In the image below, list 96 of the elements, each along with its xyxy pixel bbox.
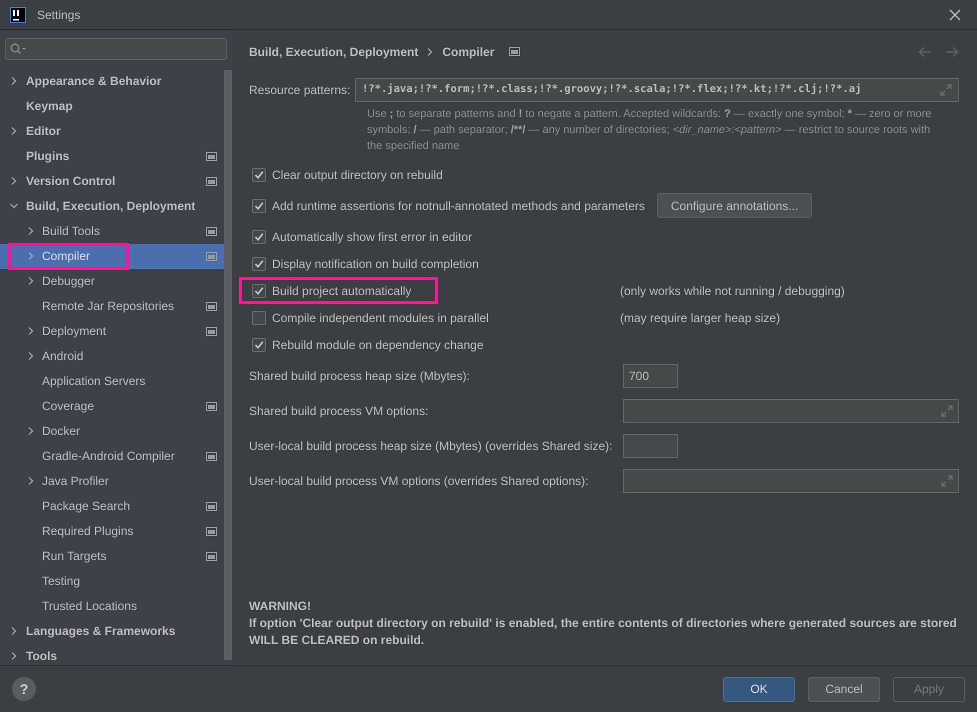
project-level-icon [206, 226, 217, 236]
close-icon[interactable] [949, 8, 961, 20]
scrollbar[interactable] [224, 70, 232, 660]
project-level-icon [206, 526, 217, 536]
input-field[interactable] [623, 434, 678, 458]
tree-item[interactable]: Remote Jar Repositories [0, 294, 224, 318]
checkmark-icon [254, 232, 264, 242]
field-label: Resource patterns: [249, 82, 352, 99]
checkbox[interactable] [252, 284, 266, 298]
note-text: (only works while not running / debugging) [620, 282, 845, 300]
tree-item[interactable]: Tools [0, 644, 224, 668]
input-field[interactable] [623, 468, 959, 492]
warning-text: If option 'Clear output directory on rebuild' is enabled, the entire contents of directories where generated sources are stored WILL BE CLEARED on rebuild. [249, 615, 958, 649]
checkbox-label[interactable]: Clear output directory on rebuild [272, 166, 443, 184]
tree-item[interactable]: Coverage [0, 394, 224, 418]
input-field[interactable]: 700 [623, 364, 678, 388]
chevron-right-icon[interactable] [10, 127, 18, 135]
help-text: Use ; to separate patterns and ! to negate a pattern. Accepted wildcards: ? — exactly one symbol; * — zero or more symbols; / — path separator; /**/ — any number of directories; <dir_name>:<pattern> — restrict to source roots with the specified name [367, 107, 932, 154]
search-field[interactable] [5, 38, 227, 60]
resource-patterns-field[interactable]: !?*.java;!?*.form;!?*.class;!?*.groovy;!?*.scala;!?*.flex;!?*.kt;!?*.clj;!?*.aj [355, 78, 959, 102]
chevron-right-icon[interactable] [27, 327, 35, 335]
tree-item[interactable]: Java Profiler [0, 468, 224, 494]
chevron-down-icon[interactable] [10, 202, 18, 210]
checkbox[interactable] [252, 198, 266, 212]
field-label: Shared build process VM options: [249, 402, 430, 420]
tree-item[interactable]: Appearance & Behavior [0, 68, 224, 94]
tree-item[interactable]: Compiler [0, 244, 224, 268]
dialog-button[interactable]: Cancel [808, 676, 880, 702]
tree-item[interactable]: Debugger [0, 268, 224, 294]
checkbox-label[interactable]: Add runtime assertions for notnull-annotated methods and parameters [272, 196, 645, 214]
checkbox[interactable] [252, 168, 266, 182]
search-icon [10, 42, 26, 55]
breadcrumb-separator-icon [427, 48, 434, 56]
checkbox-label[interactable]: Rebuild module on dependency change [272, 336, 484, 354]
checkbox-label[interactable]: Compile independent modules in parallel [272, 308, 489, 326]
dialog-button[interactable]: OK [723, 676, 795, 702]
field-label: Shared build process heap size (Mbytes): [249, 368, 471, 384]
tree-item[interactable]: Testing [0, 568, 224, 594]
chevron-right-icon[interactable] [10, 652, 18, 660]
project-level-icon [509, 47, 520, 56]
chevron-right-icon[interactable] [10, 627, 18, 635]
input-field[interactable] [623, 398, 959, 422]
project-level-icon [206, 252, 217, 260]
project-level-icon [206, 302, 217, 310]
checkbox[interactable] [252, 338, 266, 352]
field-label: User-local build process heap size (Mbytes) (overrides Shared size): [249, 438, 614, 454]
checkmark-icon [254, 258, 264, 268]
app-logo-icon [10, 6, 26, 22]
chevron-right-icon[interactable] [27, 477, 35, 485]
checkbox-label[interactable]: Display notification on build completion [272, 254, 479, 272]
tree-item[interactable]: Deployment [0, 318, 224, 344]
checkmark-icon [254, 286, 264, 296]
tree-item[interactable]: Required Plugins [0, 518, 224, 544]
project-level-icon [206, 502, 217, 510]
checkbox-label[interactable]: Build project automatically [272, 282, 412, 300]
chevron-right-icon[interactable] [27, 352, 35, 360]
chevron-right-icon[interactable] [27, 277, 35, 285]
field-label: User-local build process VM options (overrides Shared options): [249, 472, 590, 490]
tree-item[interactable]: Run Targets [0, 544, 224, 568]
checkbox[interactable] [252, 230, 266, 244]
chevron-right-icon[interactable] [10, 177, 18, 185]
tree-item[interactable]: Trusted Locations [0, 594, 224, 618]
tree-item[interactable]: Build, Execution, Deployment [0, 194, 224, 218]
help-button[interactable]: ? [12, 677, 36, 701]
configure-annotations-button[interactable]: Configure annotations... [656, 193, 812, 218]
project-level-icon [206, 176, 217, 186]
tree-item[interactable]: Docker [0, 418, 224, 444]
project-level-icon [206, 402, 217, 410]
project-level-icon [206, 326, 217, 336]
note-text: (may require larger heap size) [620, 310, 780, 326]
checkmark-icon [254, 170, 264, 180]
project-level-icon [206, 152, 217, 160]
window-title: Settings [37, 6, 80, 24]
checkbox-label[interactable]: Automatically show first error in editor [272, 228, 472, 246]
tree-item[interactable]: Gradle-Android Compiler [0, 444, 224, 468]
checkmark-icon [254, 340, 264, 350]
breadcrumb-item: Compiler [442, 44, 494, 60]
chevron-right-icon[interactable] [10, 77, 18, 85]
tree-item[interactable]: Android [0, 344, 224, 368]
tree-item[interactable]: Languages & Frameworks [0, 618, 224, 644]
chevron-right-icon[interactable] [27, 427, 35, 435]
tree-item[interactable]: Application Servers [0, 368, 224, 394]
tree-item[interactable]: Build Tools [0, 218, 224, 244]
chevron-right-icon[interactable] [27, 227, 35, 235]
project-level-icon [206, 452, 217, 460]
checkbox[interactable] [252, 310, 266, 324]
checkmark-icon [254, 200, 264, 210]
checkbox[interactable] [252, 256, 266, 270]
tree-item[interactable]: Version Control [0, 168, 224, 194]
tree-item[interactable]: Editor [0, 118, 224, 144]
warning-title: WARNING! [249, 598, 312, 615]
project-level-icon [206, 552, 217, 560]
tree-item[interactable]: Package Search [0, 494, 224, 518]
breadcrumb-item: Build, Execution, Deployment [249, 44, 418, 60]
tree-item[interactable]: Plugins [0, 144, 224, 168]
tree-item[interactable]: Keymap [0, 94, 224, 118]
